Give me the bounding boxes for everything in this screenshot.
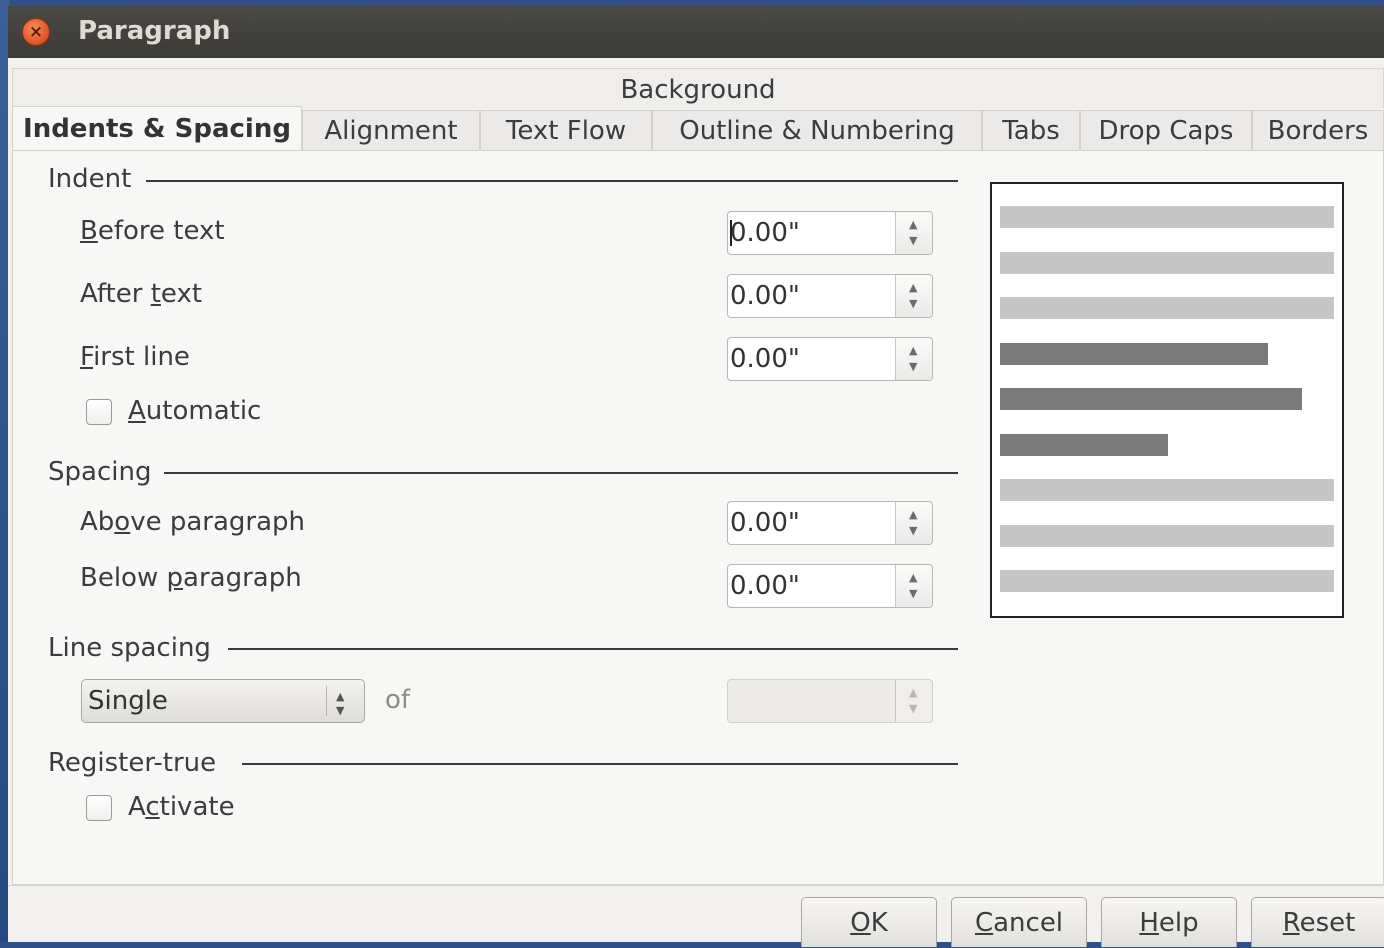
line-spacing-heading: Line spacing bbox=[48, 633, 211, 663]
tab-borders[interactable]: Borders bbox=[1252, 110, 1384, 150]
below-paragraph-stepper[interactable]: ▲ ▼ bbox=[895, 565, 932, 607]
spacing-separator bbox=[164, 472, 958, 474]
tab-text-flow[interactable]: Text Flow bbox=[480, 110, 652, 150]
above-paragraph-stepper[interactable]: ▲ ▼ bbox=[895, 502, 932, 544]
after-text-label: After text bbox=[80, 279, 203, 309]
ok-button[interactable]: OK bbox=[801, 897, 937, 947]
activate-checkbox[interactable] bbox=[86, 795, 112, 821]
of-label: of bbox=[385, 685, 411, 715]
tab-drop-caps[interactable]: Drop Caps bbox=[1080, 110, 1252, 150]
after-text-spinbox[interactable]: 0.00" ▲ ▼ bbox=[727, 274, 933, 318]
indent-heading: Indent bbox=[48, 164, 132, 194]
chevron-up-icon: ▲ bbox=[336, 690, 345, 703]
below-paragraph-label: Below paragraph bbox=[80, 563, 302, 593]
register-true-separator bbox=[242, 763, 958, 765]
line-spacing-selected: Single bbox=[88, 686, 168, 716]
line-spacing-select[interactable]: Single ▲ ▼ bbox=[81, 679, 365, 723]
above-paragraph-label: Above paragraph bbox=[80, 507, 306, 537]
first-line-stepper[interactable]: ▲ ▼ bbox=[895, 338, 932, 380]
line-spacing-separator bbox=[228, 648, 958, 650]
indent-separator bbox=[146, 180, 958, 182]
tab-tabs[interactable]: Tabs bbox=[982, 110, 1080, 150]
activate-label[interactable]: Activate bbox=[128, 792, 235, 822]
text-cursor bbox=[730, 220, 732, 246]
after-text-value[interactable]: 0.00" bbox=[730, 275, 800, 317]
tab-alignment[interactable]: Alignment bbox=[302, 110, 480, 150]
before-text-spinbox[interactable]: 0.00" ▲ ▼ bbox=[727, 211, 933, 255]
paragraph-dialog: × Paragraph Background Indents & Spacing… bbox=[8, 6, 1384, 947]
preview-line-current bbox=[1000, 343, 1268, 365]
spacing-heading: Spacing bbox=[48, 457, 152, 487]
before-text-label: Before text bbox=[80, 216, 225, 246]
automatic-label[interactable]: Automatic bbox=[128, 396, 261, 426]
first-line-spinbox[interactable]: 0.00" ▲ ▼ bbox=[727, 337, 933, 381]
window-title: Paragraph bbox=[78, 16, 231, 46]
tab-background-label: Background bbox=[620, 75, 776, 105]
title-bar: × Paragraph bbox=[8, 6, 1384, 58]
select-divider bbox=[326, 686, 327, 716]
tab-row: Indents & Spacing Alignment Text Flow Ou… bbox=[12, 106, 1384, 152]
tab-indents-spacing[interactable]: Indents & Spacing bbox=[12, 106, 302, 152]
first-line-value[interactable]: 0.00" bbox=[730, 338, 800, 380]
register-true-heading: Register-true bbox=[48, 748, 217, 778]
close-button[interactable]: × bbox=[22, 18, 50, 46]
preview-line-after bbox=[1000, 570, 1334, 592]
after-text-stepper[interactable]: ▲ ▼ bbox=[895, 275, 932, 317]
below-paragraph-value[interactable]: 0.00" bbox=[730, 565, 800, 607]
preview-line-after bbox=[1000, 525, 1334, 547]
preview-line-before bbox=[1000, 206, 1334, 228]
preview-line-before bbox=[1000, 297, 1334, 319]
chevron-down-icon: ▼ bbox=[336, 704, 345, 717]
cancel-button[interactable]: Cancel bbox=[951, 897, 1087, 947]
help-button[interactable]: Help bbox=[1101, 897, 1237, 947]
footer-separator bbox=[8, 885, 1384, 886]
before-text-stepper[interactable]: ▲ ▼ bbox=[895, 212, 932, 254]
preview-line-current bbox=[1000, 434, 1168, 456]
above-paragraph-spinbox[interactable]: 0.00" ▲ ▼ bbox=[727, 501, 933, 545]
line-spacing-value-stepper: ▲ ▼ bbox=[895, 680, 932, 722]
above-paragraph-value[interactable]: 0.00" bbox=[730, 502, 800, 544]
reset-button[interactable]: Reset bbox=[1251, 897, 1384, 947]
tab-background[interactable]: Background bbox=[12, 68, 1384, 108]
first-line-label: First line bbox=[80, 342, 190, 372]
paragraph-preview bbox=[990, 182, 1344, 618]
preview-line-current bbox=[1000, 388, 1302, 410]
below-paragraph-spinbox[interactable]: 0.00" ▲ ▼ bbox=[727, 564, 933, 608]
close-icon: × bbox=[28, 22, 44, 42]
automatic-checkbox[interactable] bbox=[86, 399, 112, 425]
preview-line-before bbox=[1000, 252, 1334, 274]
line-spacing-value-spinbox: ▲ ▼ bbox=[727, 679, 933, 723]
preview-line-after bbox=[1000, 479, 1334, 501]
before-text-value[interactable]: 0.00" bbox=[730, 212, 800, 254]
tab-outline-numbering[interactable]: Outline & Numbering bbox=[652, 110, 982, 150]
